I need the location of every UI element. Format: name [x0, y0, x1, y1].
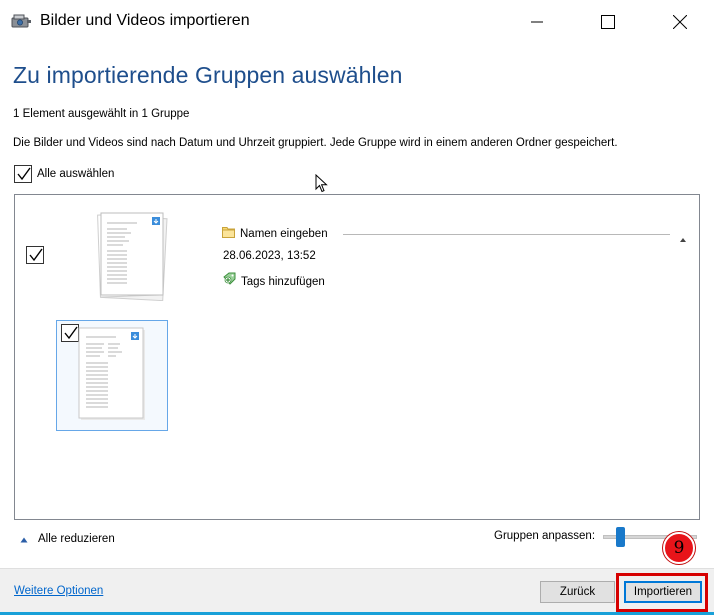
import-button[interactable]: Importieren	[624, 581, 702, 603]
maximize-button[interactable]	[585, 0, 631, 44]
select-all-label: Alle auswählen	[37, 168, 115, 180]
more-options-link[interactable]: Weitere Optionen	[14, 585, 103, 597]
collapse-all-label: Alle reduzieren	[38, 533, 115, 545]
selection-info: 1 Element ausgewählt in 1 Gruppe	[13, 108, 190, 120]
import-device-icon	[10, 12, 32, 30]
select-all-checkbox[interactable]: Alle auswählen	[14, 165, 114, 183]
adjust-groups-label: Gruppen anpassen:	[494, 530, 596, 542]
document-stack-icon	[97, 212, 168, 302]
close-icon	[673, 15, 687, 29]
checkmark-icon	[29, 248, 43, 262]
window-title: Bilder und Videos importieren	[40, 12, 250, 29]
select-all-check-box[interactable]	[14, 165, 32, 183]
collapse-all-button[interactable]: Alle reduzieren	[20, 530, 115, 548]
chevron-up-icon	[20, 530, 28, 548]
tag-add-icon	[222, 272, 238, 291]
checkmark-icon	[64, 326, 78, 340]
group-thumbnail[interactable]	[97, 211, 169, 302]
checkmark-icon	[17, 167, 31, 181]
group-list-panel[interactable]: Namen eingeben 28.06.2023, 13:52 Tags hi…	[14, 194, 700, 520]
document-thumbnail	[78, 327, 148, 423]
folder-icon	[222, 225, 235, 243]
close-button[interactable]	[657, 0, 703, 44]
folder-name-field[interactable]: Namen eingeben	[222, 225, 328, 243]
group-datetime: 28.06.2023, 13:52	[223, 250, 316, 262]
back-button[interactable]: Zurück	[540, 581, 615, 603]
title-bar: Bilder und Videos importieren	[0, 0, 714, 44]
maximize-icon	[601, 15, 615, 29]
dialog-footer: Weitere Optionen Zurück Importieren	[0, 568, 714, 615]
import-item-tile[interactable]	[56, 320, 168, 431]
grouping-description: Die Bilder und Videos sind nach Datum un…	[13, 137, 618, 149]
page-title: Zu importierende Gruppen auswählen	[13, 62, 403, 88]
add-tags-link[interactable]: Tags hinzufügen	[222, 272, 325, 291]
minimize-icon	[531, 21, 543, 23]
collapse-group-icon[interactable]	[679, 230, 687, 248]
item-checkbox[interactable]	[61, 324, 79, 342]
group-checkbox[interactable]	[26, 246, 44, 264]
slider-thumb[interactable]	[616, 527, 625, 547]
minimize-button[interactable]	[514, 0, 560, 44]
folder-name-placeholder[interactable]: Namen eingeben	[240, 228, 328, 240]
document-icon	[78, 327, 145, 420]
step-number-badge: 9	[663, 532, 695, 564]
add-tags-label: Tags hinzufügen	[241, 275, 325, 288]
group-divider	[343, 234, 670, 235]
